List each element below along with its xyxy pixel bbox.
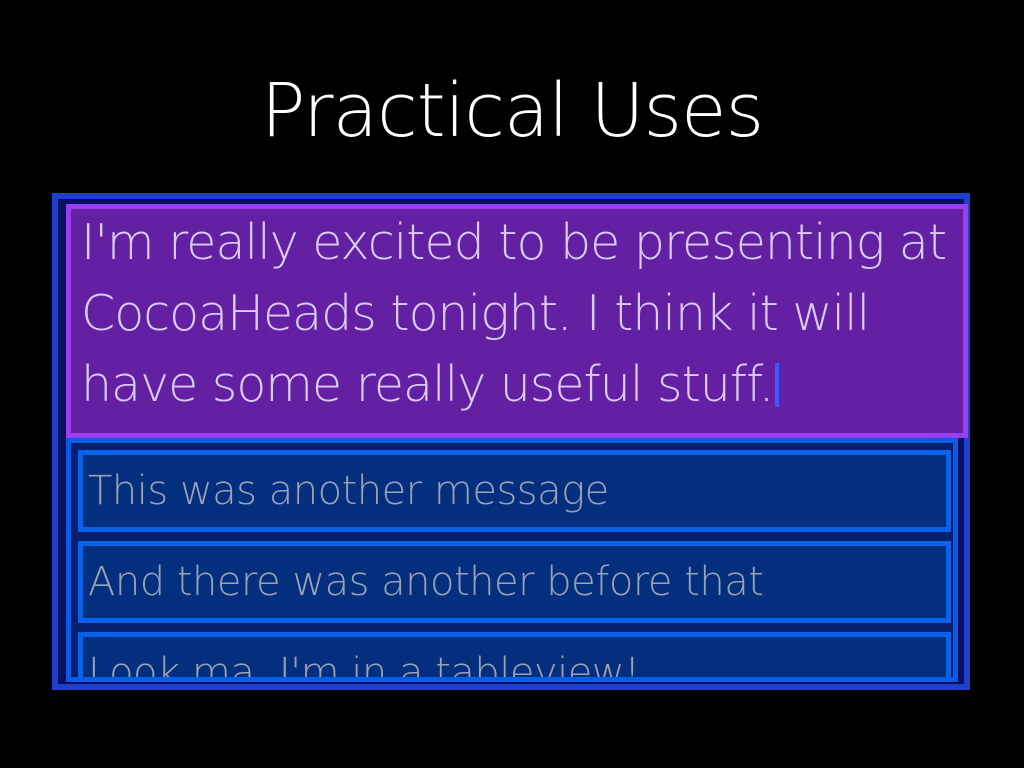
table-row[interactable]: And there was another before that [78,541,951,623]
text-caret [775,363,780,407]
table-row[interactable]: This was another message [78,450,951,532]
messages-table-view[interactable]: This was another message And there was a… [66,438,958,682]
table-row[interactable]: Look ma, I'm in a tableview! [78,632,951,677]
message-text-view[interactable]: I'm really excited to be presenting at C… [66,204,968,438]
slide-title: Practical Uses [260,68,764,154]
message-text: I'm really excited to be presenting at C… [81,214,947,413]
